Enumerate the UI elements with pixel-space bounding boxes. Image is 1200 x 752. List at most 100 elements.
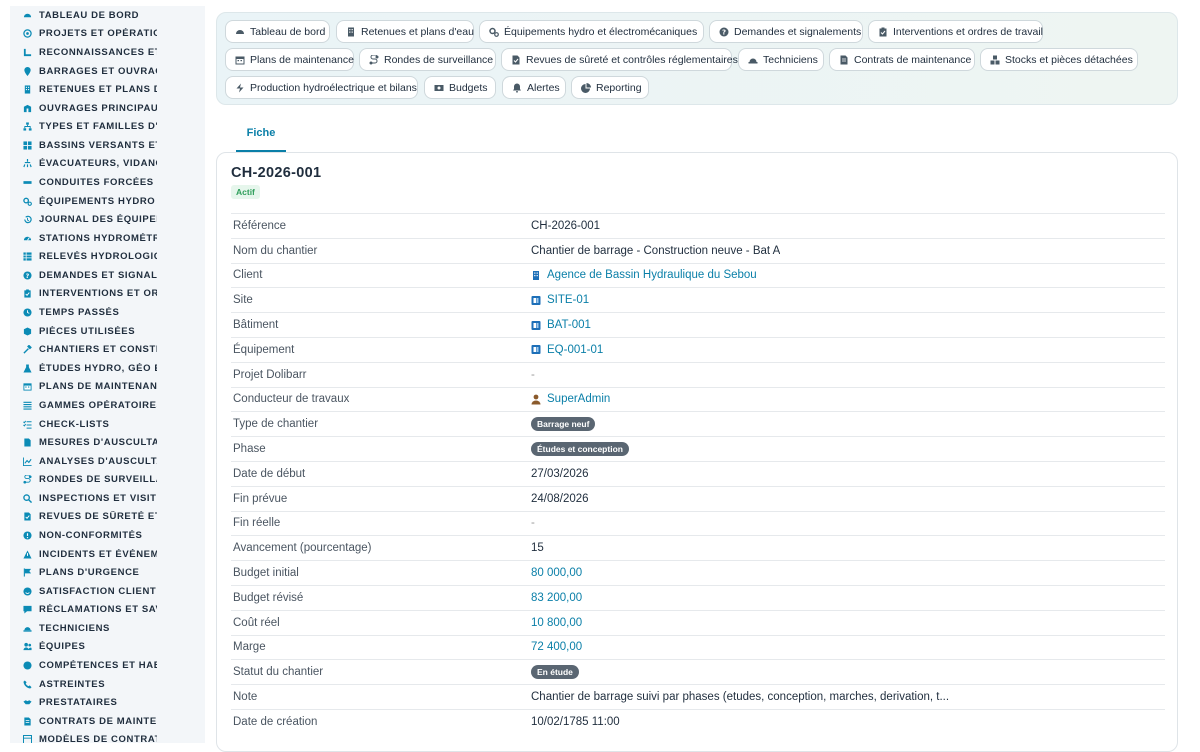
top-nav-tab[interactable]: Plans de maintenance [225,48,354,71]
building-icon [346,27,356,37]
sidebar-item[interactable]: ANALYSES D'AUSCULTAT [10,452,205,471]
top-nav-tab-label: Reporting [596,81,642,94]
sidebar-item[interactable]: ÉQUIPEMENTS HYDRO ET [10,192,205,211]
top-nav-tab[interactable]: Revues de sûreté et contrôles réglementa… [501,48,738,71]
phone-icon [23,680,32,689]
sidebar-item[interactable]: ? DEMANDES ET SIGNALEM [10,266,205,285]
clipboard-icon [23,289,32,299]
top-nav-tab[interactable]: Contrats de maintenance [829,48,975,71]
sidebar-item[interactable]: STATIONS HYDROMÉTRIC [10,229,205,248]
field-label: Avancement (pourcentage) [233,542,372,555]
top-nav-tab[interactable]: Rondes de surveillance [359,48,496,71]
sidebar-item-label: PRESTATAIRES [39,697,118,709]
sidebar-item-label: BARRAGES ET OUVRAGE [39,65,157,77]
user-icon [531,394,541,405]
field-value[interactable]: EQ-001-01 [531,344,603,356]
sidebar-item-label: RÉCLAMATIONS ET SAV [39,604,157,616]
sidebar-item[interactable]: MESURES D'AUSCULTATI [10,433,205,452]
sidebar-item-label: PROJETS ET OPÉRATION [39,28,157,40]
cogs-icon [23,197,32,206]
sidebar-item-label: JOURNAL DES ÉQUIPEME [39,214,157,226]
top-nav-tab-label: Contrats de maintenance [854,53,972,66]
sidebar-item[interactable]: ÉQUIPES [10,638,205,657]
sidebar-item[interactable]: INTERVENTIONS ET ORDI [10,285,205,304]
field-text: 10/02/1785 11:00 [531,715,620,728]
sidebar-item[interactable]: NON-CONFORMITÉS [10,526,205,545]
contract-icon [23,717,32,726]
field-row: Type de chantier Barrage neuf [231,411,1165,436]
top-nav-tab[interactable]: Techniciens [738,48,824,71]
sidebar-item[interactable]: GAMMES OPÉRATOIRES [10,396,205,415]
sidebar-item[interactable]: BARRAGES ET OUVRAGE [10,62,205,81]
sidebar-item[interactable]: RECONNAISSANCES ET V [10,43,205,62]
sidebar-item-label: GAMMES OPÉRATOIRES [39,399,157,411]
field-amount: 83 200,00 [531,591,583,604]
field-amount: 80 000,00 [531,567,583,580]
sidebar-item[interactable]: BASSINS VERSANTS ET A [10,136,205,155]
sidebar-item[interactable]: RONDES DE SURVEILLAN [10,470,205,489]
record-card: CH-2026-001 Actif Référence CH-2026-001 No… [216,152,1178,752]
field-row: Note Chantier de barrage suivi par phases… [231,684,1165,709]
top-nav-tab[interactable]: Interventions et ordres de travail [868,20,1043,43]
sidebar-item-label: PLANS D'URGENCE [39,567,140,579]
sidebar-item[interactable]: PLANS D'URGENCE [10,563,205,582]
contract-icon [839,55,849,65]
sidebar-item[interactable]: PROJETS ET OPÉRATION [10,25,205,44]
top-nav-tab[interactable]: Équipements hydro et électromécaniques [479,20,704,43]
field-value[interactable]: BAT-001 [531,319,591,331]
field-badge: En étude [531,665,579,680]
sidebar-item[interactable]: PRESTATAIRES [10,693,205,712]
sidebar-item[interactable]: RELEVÉS HYDROLOGIQU [10,248,205,267]
field-value[interactable]: SuperAdmin [531,393,610,405]
field-value[interactable]: Agence de Bassin Hydraulique du Sebou [531,269,757,281]
sidebar-item-label: TECHNICIENS [39,622,110,634]
sidebar-item[interactable]: ÉVACUATEURS, VIDANGE [10,155,205,174]
sidebar-item[interactable]: TABLEAU DE BORD [10,6,205,25]
file-check-icon [511,55,521,65]
field-row: Budget initial 80 000,00 [231,560,1165,585]
sidebar-item[interactable]: SATISFACTION CLIENT [10,582,205,601]
top-nav-tab[interactable]: Alertes [502,76,566,99]
sidebar-item[interactable]: CONDUITES FORCÉES ET [10,173,205,192]
sidebar-item[interactable]: TYPES ET FAMILLES D'OU [10,117,205,136]
field-value[interactable]: SITE-01 [531,294,589,306]
sidebar-item-label: CONDUITES FORCÉES ET [39,176,157,188]
sidebar-item[interactable]: INCIDENTS ET ÉVÉNEMEI [10,545,205,564]
calendar-icon [235,55,245,65]
sidebar-item[interactable]: PLANS DE MAINTENANCE [10,378,205,397]
top-nav-tab[interactable]: Budgets [424,76,496,99]
sidebar-item-label: PLANS DE MAINTENANCE [39,381,157,393]
sidebar-item[interactable]: TECHNICIENS [10,619,205,638]
top-nav-tab[interactable]: Tableau de bord [225,20,330,43]
top-nav-tab-label: Budgets [449,81,488,94]
top-nav-tab[interactable]: Production hydroélectrique et bilans [225,76,418,99]
sidebar-item[interactable]: OUVRAGES PRINCIPAUX [10,99,205,118]
field-label: Budget initial [233,567,299,580]
sidebar-item[interactable]: ASTREINTES [10,675,205,694]
field-label: Statut du chantier [233,666,324,679]
field-link: EQ-001-01 [547,343,604,356]
sidebar-item[interactable]: TEMPS PASSÉS [10,303,205,322]
sidebar-item[interactable]: CHECK-LISTS [10,415,205,434]
sidebar-item[interactable]: REVUES DE SÛRETÉ ET C [10,508,205,527]
sidebar-item[interactable]: MODÈLES DE CONTRATS [10,731,205,743]
sidebar-item[interactable]: ÉTUDES HYDRO, GÉO ET [10,359,205,378]
sidebar-item[interactable]: CHANTIERS ET CONSTRU [10,340,205,359]
top-nav-tab[interactable]: Retenues et plans d'eau [336,20,474,43]
sidebar-item[interactable]: INSPECTIONS ET VISITES [10,489,205,508]
sidebar-item[interactable]: RETENUES ET PLANS D'E [10,80,205,99]
top-nav-tab[interactable]: ? Demandes et signalements [709,20,863,43]
top-nav-tab[interactable]: Stocks et pièces détachées [980,48,1138,71]
sidebar-item[interactable]: JOURNAL DES ÉQUIPEME [10,210,205,229]
top-nav-tab[interactable]: Reporting [571,76,649,99]
field-label: Équipement [233,343,295,356]
field-label: Client [233,269,263,282]
top-nav-tab-label: Interventions et ordres de travail [893,25,1043,38]
tab-fiche[interactable]: Fiche [236,118,286,152]
sidebar-item[interactable]: PIÈCES UTILISÉES [10,322,205,341]
sidebar-item[interactable]: RÉCLAMATIONS ET SAV [10,601,205,620]
field-value: 80 000,00 [531,567,582,579]
sidebar-item[interactable]: CONTRATS DE MAINTENA [10,712,205,731]
sidebar-item[interactable]: COMPÉTENCES ET HABIL [10,656,205,675]
flask-icon [23,364,32,373]
